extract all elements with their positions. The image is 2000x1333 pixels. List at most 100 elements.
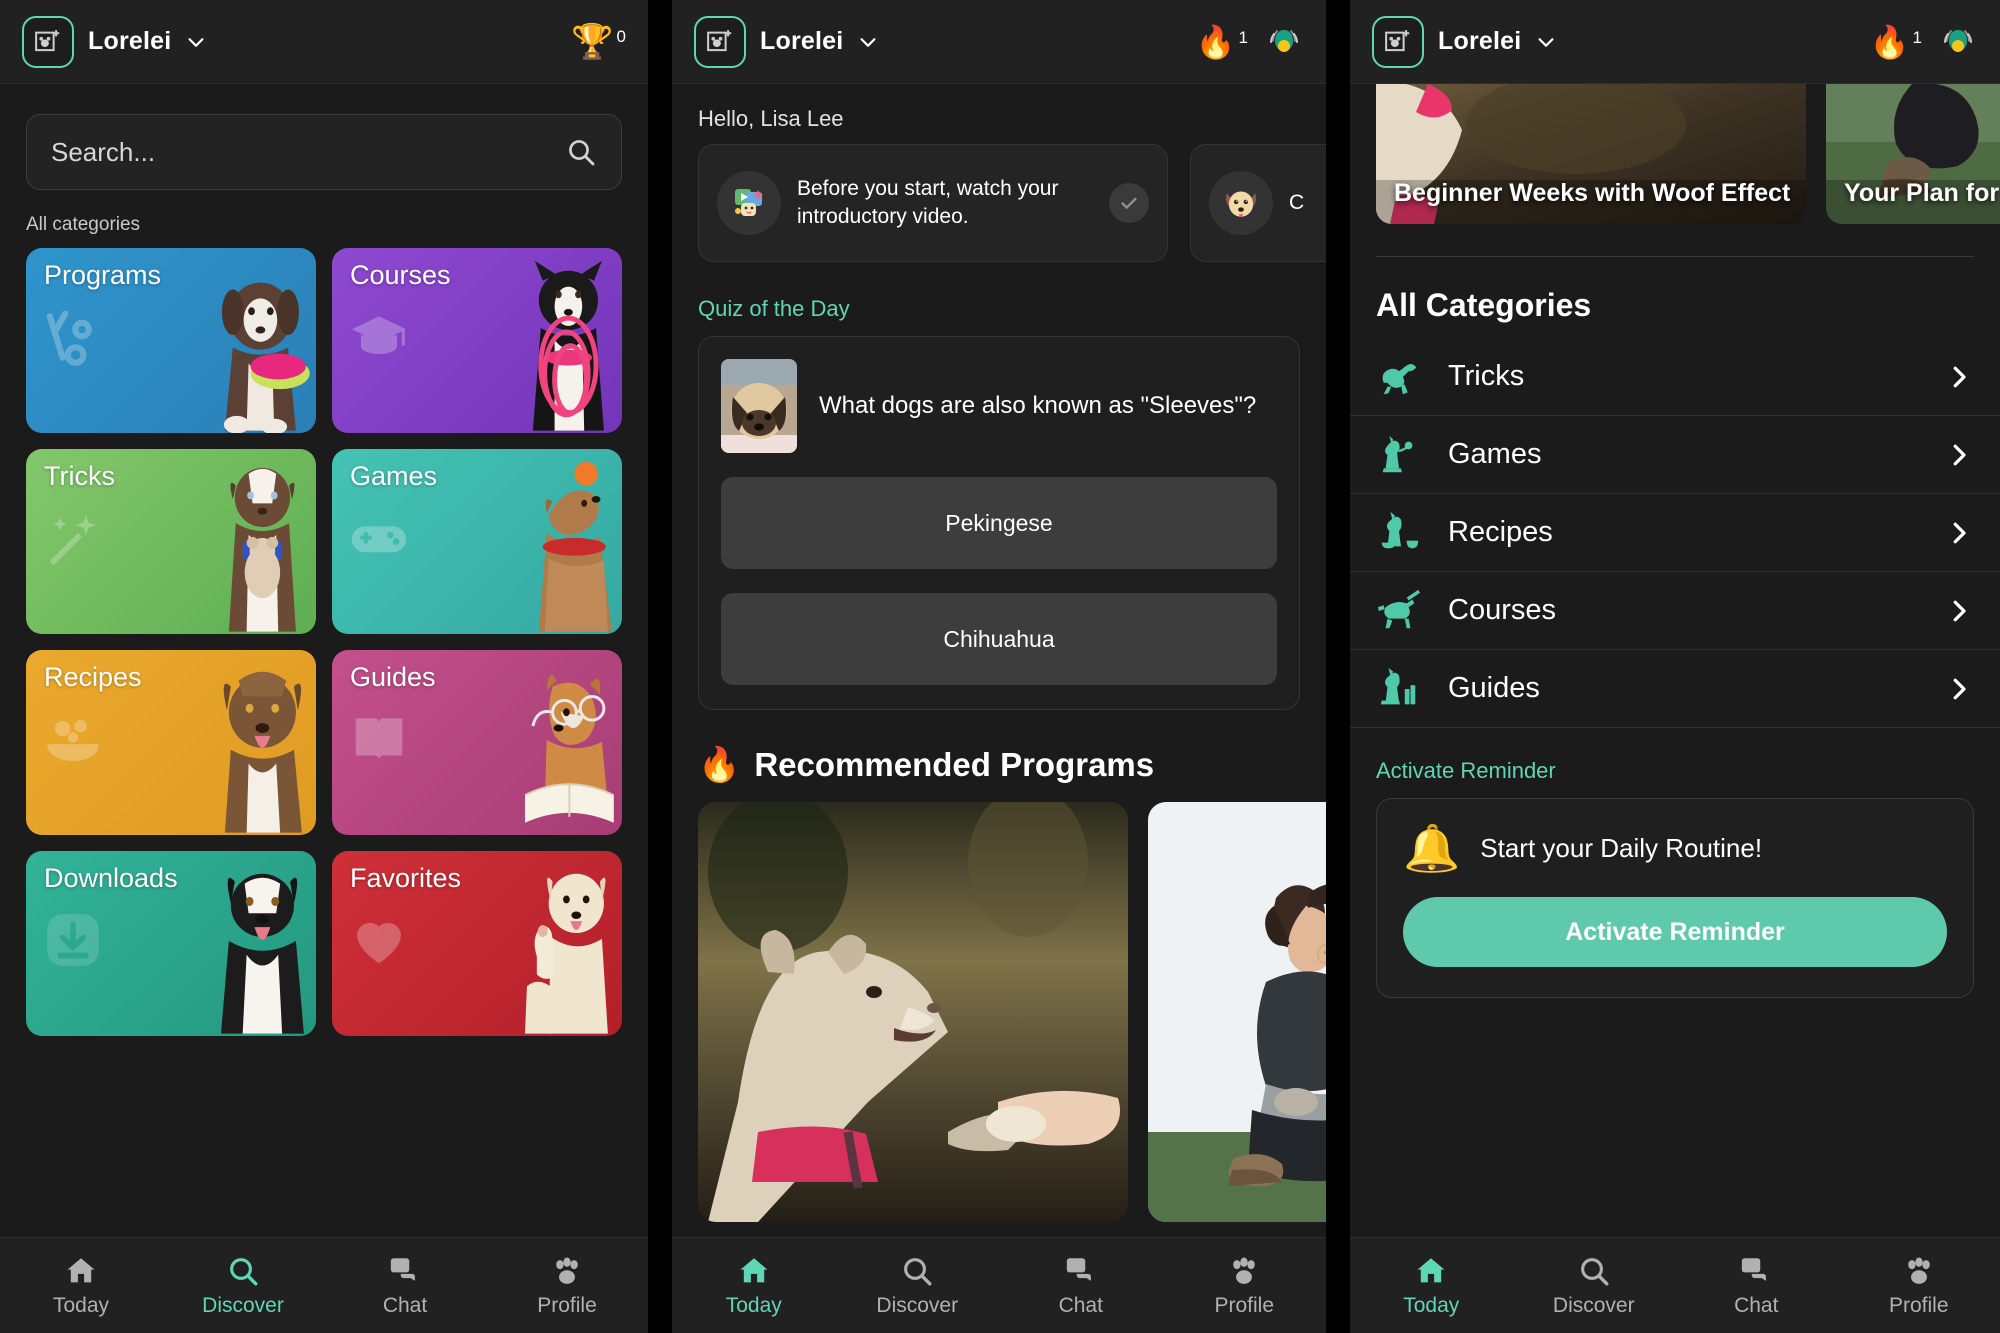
tab-discover[interactable]: Discover: [836, 1254, 1000, 1318]
all-categories-title: All Categories: [1376, 287, 1592, 323]
program-card-kneeling[interactable]: [1148, 802, 1326, 1222]
tab-discover[interactable]: Discover: [162, 1254, 324, 1318]
section-title: Recommended Programs: [754, 746, 1155, 783]
profile-name-1: Lorelei: [88, 27, 172, 55]
food-bowl-icon: [42, 708, 104, 770]
quiz-card: What dogs are also known as "Sleeves"? P…: [698, 336, 1300, 710]
streak-count: 1: [1912, 27, 1922, 47]
category-card-games[interactable]: Games: [332, 449, 622, 634]
category-card-tricks[interactable]: Tricks: [26, 449, 316, 634]
category-card-label: Courses: [350, 260, 451, 290]
category-card-programs[interactable]: Programs: [26, 248, 316, 433]
category-list-item-tricks[interactable]: Tricks: [1350, 338, 2000, 416]
chat-icon: [1066, 1257, 1091, 1281]
category-label: Recipes: [1448, 516, 1553, 548]
home-icon: [740, 1257, 768, 1282]
dog-jumping-icon: [1376, 354, 1422, 400]
phone-panel-categories: Lorelei 🔥 1 Beginner Weeks with Woof Eff…: [1350, 0, 2000, 1333]
tab-profile[interactable]: Profile: [1163, 1254, 1327, 1318]
chat-icon: [1742, 1257, 1767, 1281]
chevron-right-icon: [1953, 522, 1966, 543]
paw-icon: [1907, 1257, 1930, 1284]
tab-today[interactable]: Today: [1350, 1254, 1513, 1318]
chevron-right-icon: [1953, 444, 1966, 465]
tab-profile[interactable]: Profile: [486, 1254, 648, 1318]
tab-label: Chat: [382, 1293, 428, 1317]
category-list-item-games[interactable]: Games: [1350, 416, 2000, 494]
category-card-photo: [136, 456, 316, 634]
quiz-section-label: Quiz of the Day: [698, 296, 850, 321]
paw-icon: [1233, 1257, 1256, 1284]
search-icon[interactable]: [565, 136, 597, 168]
quiz-thumbnail: [721, 359, 797, 453]
profile-name-2: Lorelei: [760, 27, 844, 55]
tab-discover[interactable]: Discover: [1513, 1254, 1676, 1318]
streak-counter[interactable]: 🔥 1: [1870, 26, 1922, 58]
reminder-text: Start your Daily Routine!: [1480, 832, 1763, 863]
header-actions-3: 🔥 1: [1870, 22, 1978, 62]
tab-chat[interactable]: Chat: [1675, 1254, 1838, 1318]
category-list-item-recipes[interactable]: Recipes: [1350, 494, 2000, 572]
hero-card-title: Your Plan for: [1844, 179, 2000, 207]
category-card-label: Tricks: [44, 461, 115, 491]
quiz-option-1[interactable]: Pekingese: [721, 477, 1277, 569]
category-card-recipes[interactable]: Recipes: [26, 650, 316, 835]
category-list-item-guides[interactable]: Guides: [1350, 650, 2000, 728]
tab-today[interactable]: Today: [672, 1254, 836, 1318]
category-label: Tricks: [1448, 360, 1525, 392]
add-dog-profile-button[interactable]: [694, 15, 746, 68]
panel1-content: Search... All categories Programs Course…: [0, 84, 648, 1237]
hero-card-beginner-weeks[interactable]: Beginner Weeks with Woof Effect: [1376, 84, 1806, 224]
tab-today[interactable]: Today: [0, 1254, 162, 1318]
intro-video-icon: [717, 171, 781, 235]
chat-icon: [390, 1257, 415, 1281]
dog-photo-plus-icon: [707, 29, 732, 51]
dog-bowl-icon: [1376, 510, 1422, 556]
program-card-paw-shake[interactable]: [698, 802, 1128, 1222]
program-card-image: [1148, 802, 1326, 1222]
panel2-content: Hello, Lisa Lee Before you start, watch …: [672, 84, 1326, 1237]
check-circle-icon[interactable]: [1109, 183, 1149, 223]
chevron-down-icon[interactable]: [1535, 31, 1557, 53]
search-input[interactable]: Search...: [26, 114, 622, 190]
search-icon: [904, 1257, 932, 1285]
bottom-tab-bar-3: Today Discover Chat Profile: [1350, 1237, 2000, 1333]
trophy-icon: 🏆: [571, 21, 614, 62]
alarm-calendar-icon: 🔔: [1403, 821, 1461, 875]
tab-label: Profile: [537, 1293, 597, 1317]
trophy-counter[interactable]: 🏆 0: [571, 25, 626, 59]
activate-reminder-button[interactable]: Activate Reminder: [1403, 897, 1947, 967]
tab-label: Discover: [202, 1293, 284, 1317]
category-list-item-courses[interactable]: Courses: [1350, 572, 2000, 650]
category-card-favorites[interactable]: Favorites: [332, 851, 622, 1036]
flame-icon: 🔥: [698, 745, 741, 785]
quiz-option-label: Chihuahua: [943, 625, 1055, 652]
category-card-label: Programs: [44, 260, 162, 290]
pet-tracker-icon[interactable]: [1938, 22, 1978, 62]
search-placeholder: Search...: [51, 136, 156, 167]
onboarding-card-secondary[interactable]: C: [1190, 144, 1326, 262]
pet-tracker-icon[interactable]: [1264, 22, 1304, 62]
chevron-down-icon[interactable]: [185, 31, 207, 53]
bottom-tab-bar-1: Today Discover Chat Profile: [0, 1237, 648, 1333]
streak-counter[interactable]: 🔥 1: [1196, 26, 1248, 58]
chevron-down-icon[interactable]: [857, 31, 879, 53]
shapes-icon: [42, 306, 104, 368]
tab-label: Profile: [1214, 1293, 1275, 1317]
add-dog-profile-button[interactable]: [22, 15, 74, 68]
category-card-downloads[interactable]: Downloads: [26, 851, 316, 1036]
hero-card-your-plan[interactable]: Your Plan for: [1826, 84, 2000, 224]
tab-profile[interactable]: Profile: [1838, 1254, 2000, 1318]
recommended-programs-row: [672, 802, 1326, 1222]
dog-leash-icon: [1376, 588, 1422, 634]
onboarding-card-intro-video[interactable]: Before you start, watch your introductor…: [698, 144, 1168, 262]
quiz-option-2[interactable]: Chihuahua: [721, 593, 1277, 685]
category-card-guides[interactable]: Guides: [332, 650, 622, 835]
quiz-question-row: What dogs are also known as "Sleeves"?: [721, 359, 1277, 453]
category-grid: Programs Courses Tricks Games Recipes Gu…: [0, 248, 648, 1036]
category-card-photo: [442, 858, 622, 1036]
tab-chat[interactable]: Chat: [999, 1254, 1163, 1318]
category-card-courses[interactable]: Courses: [332, 248, 622, 433]
add-dog-profile-button[interactable]: [1372, 15, 1424, 68]
tab-chat[interactable]: Chat: [324, 1254, 486, 1318]
